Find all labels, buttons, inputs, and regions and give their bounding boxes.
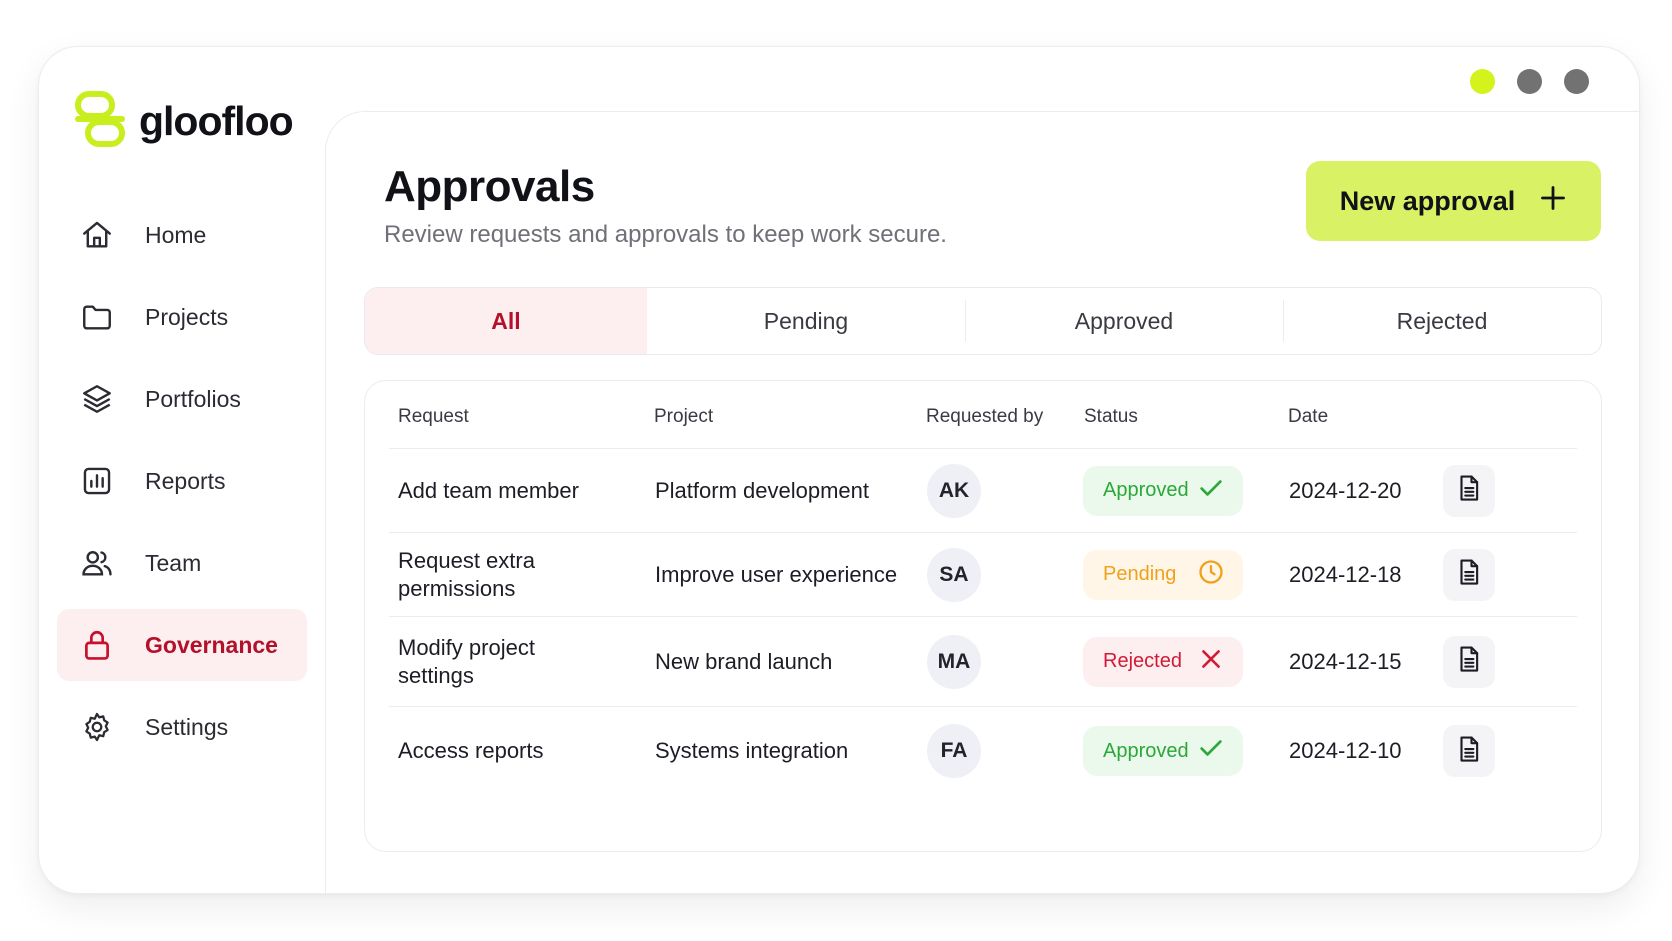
- sidebar-nav: Home Projects Portfolios Reports Team Go…: [57, 199, 307, 773]
- sidebar-item-label: Portfolios: [145, 385, 241, 412]
- chart-icon: [79, 463, 115, 499]
- status-label: Approved: [1103, 739, 1189, 762]
- avatar: AK: [927, 463, 981, 518]
- column-header-status: Status: [1084, 406, 1138, 427]
- lock-icon: [79, 627, 115, 663]
- tab-approved[interactable]: Approved: [965, 288, 1283, 354]
- column-header-request: Request: [398, 406, 469, 427]
- sidebar-item-projects[interactable]: Projects: [57, 281, 307, 353]
- status-badge: Approved: [1083, 465, 1243, 516]
- new-approval-label: New approval: [1339, 185, 1516, 216]
- clock-icon: [1197, 558, 1225, 592]
- request-cell: Request extra permissions: [398, 547, 535, 601]
- document-icon: [1454, 557, 1484, 592]
- status-badge: Rejected: [1083, 636, 1243, 687]
- window-dot-gray[interactable]: [1517, 69, 1542, 94]
- column-header-requested-by: Requested by: [926, 406, 1044, 427]
- folder-icon: [79, 299, 115, 335]
- users-icon: [79, 545, 115, 581]
- tab-pending[interactable]: Pending: [647, 288, 965, 354]
- column-header-project: Project: [654, 406, 714, 427]
- status-badge: Approved: [1083, 726, 1243, 776]
- sidebar-item-label: Governance: [145, 631, 278, 658]
- brand-name: gloofloo: [139, 98, 294, 144]
- avatar: FA: [927, 724, 981, 778]
- project-cell: Improve user experience: [655, 561, 898, 587]
- sidebar-item-label: Team: [145, 549, 202, 576]
- sidebar-item-label: Home: [145, 221, 207, 248]
- document-icon: [1454, 644, 1484, 679]
- tab-all[interactable]: All: [365, 288, 647, 354]
- date-cell: 2024-12-10: [1289, 738, 1402, 763]
- close-icon: [1197, 645, 1225, 679]
- window-dot-gray[interactable]: [1564, 69, 1589, 94]
- status-label: Rejected: [1103, 650, 1182, 672]
- sidebar-item-settings[interactable]: Settings: [57, 691, 307, 763]
- approvals-table: Request Project Requested by Status Date…: [364, 380, 1602, 852]
- request-cell: Add team member: [398, 477, 579, 503]
- date-cell: 2024-12-18: [1289, 561, 1402, 587]
- sidebar-item-label: Settings: [145, 713, 229, 740]
- project-cell: Platform development: [655, 477, 869, 503]
- tab-rejected[interactable]: Rejected: [1283, 288, 1601, 354]
- status-tabs: All Pending Approved Rejected: [364, 287, 1602, 355]
- sidebar-item-governance[interactable]: Governance: [57, 609, 307, 681]
- status-label: Approved: [1103, 479, 1189, 501]
- page-subtitle: Review requests and approvals to keep wo…: [384, 221, 947, 248]
- sidebar-item-reports[interactable]: Reports: [57, 445, 307, 517]
- layers-icon: [79, 381, 115, 417]
- project-cell: New brand launch: [655, 648, 833, 674]
- project-cell: Systems integration: [655, 738, 849, 763]
- table-row[interactable]: Access reports Systems integration FA Ap…: [389, 707, 1577, 795]
- avatar: SA: [927, 547, 981, 602]
- request-cell: Modify project settings: [398, 634, 535, 688]
- status-badge: Pending: [1083, 549, 1243, 600]
- date-cell: 2024-12-15: [1289, 648, 1402, 674]
- date-cell: 2024-12-20: [1289, 477, 1402, 503]
- sidebar-item-home[interactable]: Home: [57, 199, 307, 271]
- brand-logo-icon: [75, 91, 125, 152]
- view-document-button[interactable]: [1443, 464, 1495, 517]
- app-window: gloofloo Home Projects Portfolios Report…: [38, 46, 1641, 895]
- document-icon: [1454, 473, 1484, 508]
- window-controls: [1470, 69, 1589, 94]
- request-cell: Access reports: [398, 738, 544, 763]
- view-document-button[interactable]: [1443, 725, 1495, 777]
- view-document-button[interactable]: [1443, 548, 1495, 601]
- table-row[interactable]: Add team member Platform development AK …: [389, 449, 1577, 533]
- brand: gloofloo: [75, 91, 294, 152]
- main-panel: Approvals Review requests and approvals …: [325, 111, 1641, 895]
- sidebar-item-portfolios[interactable]: Portfolios: [57, 363, 307, 435]
- status-label: Pending: [1103, 563, 1177, 585]
- table-row[interactable]: Request extra permissions Improve user e…: [389, 533, 1577, 617]
- table-row[interactable]: Modify project settings New brand launch…: [389, 617, 1577, 707]
- table-header: Request Project Requested by Status Date: [389, 381, 1577, 449]
- avatar: MA: [927, 634, 981, 689]
- sidebar-item-label: Reports: [145, 467, 226, 494]
- new-approval-button[interactable]: New approval: [1306, 161, 1601, 241]
- sidebar-item-team[interactable]: Team: [57, 527, 307, 599]
- document-icon: [1454, 734, 1484, 769]
- sidebar-item-label: Projects: [145, 303, 229, 330]
- check-icon: [1197, 474, 1225, 508]
- home-icon: [79, 217, 115, 253]
- page-title: Approvals: [384, 162, 595, 211]
- plus-icon: [1539, 184, 1567, 219]
- check-icon: [1197, 734, 1225, 768]
- view-document-button[interactable]: [1443, 635, 1495, 688]
- gear-icon: [79, 709, 115, 745]
- column-header-date: Date: [1288, 406, 1329, 427]
- window-dot-lime[interactable]: [1470, 69, 1495, 94]
